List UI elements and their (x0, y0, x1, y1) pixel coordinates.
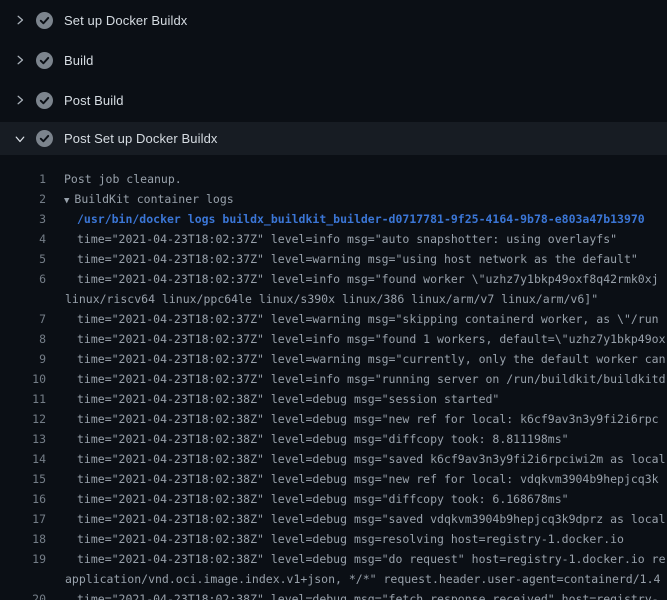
log-text: time="2021-04-23T18:02:38Z" level=debug … (77, 409, 659, 429)
step-row-post-build[interactable]: Post Build (0, 80, 667, 120)
log-line-number[interactable]: 20 (0, 589, 46, 600)
log-line-number[interactable]: 12 (0, 409, 46, 429)
log-text: time="2021-04-23T18:02:37Z" level=warnin… (77, 309, 659, 329)
log-line: 3/usr/bin/docker logs buildx_buildkit_bu… (0, 209, 667, 229)
log-line-number[interactable]: 5 (0, 249, 46, 269)
log-text: time="2021-04-23T18:02:38Z" level=debug … (77, 489, 569, 509)
log-line-number[interactable]: 6 (0, 269, 46, 289)
log-line: 7 time="2021-04-23T18:02:37Z" level=warni… (0, 309, 667, 329)
log-line-continuation: linux/riscv64 linux/ppc64le linux/s390x … (0, 289, 667, 309)
log-line: 6 time="2021-04-23T18:02:37Z" level=info … (0, 269, 667, 289)
group-expand-triangle-icon[interactable]: ▼ (64, 191, 69, 209)
step-row-build[interactable]: Build (0, 40, 667, 80)
log-line-number[interactable]: 2 (0, 189, 46, 209)
step-row-setup-docker-buildx[interactable]: Set up Docker Buildx (0, 0, 667, 40)
log-text: time="2021-04-23T18:02:38Z" level=debug … (77, 469, 659, 489)
log-text: time="2021-04-23T18:02:38Z" level=debug … (77, 549, 666, 569)
log-text: time="2021-04-23T18:02:38Z" level=debug … (77, 589, 659, 600)
log-line-number[interactable]: 4 (0, 229, 46, 249)
log-line: 19 time="2021-04-23T18:02:38Z" level=debu… (0, 549, 667, 569)
log-line-number[interactable]: 7 (0, 309, 46, 329)
log-text: time="2021-04-23T18:02:38Z" level=debug … (77, 509, 666, 529)
step-row-post-setup-docker-buildx[interactable]: Post Set up Docker Buildx (0, 122, 667, 155)
log-line-number[interactable]: 17 (0, 509, 46, 529)
log-text: application/vnd.oci.image.index.v1+json,… (65, 569, 660, 589)
success-check-icon (36, 130, 53, 147)
log-line-number[interactable]: 9 (0, 349, 46, 369)
log-line-number[interactable]: 18 (0, 529, 46, 549)
log-line-number[interactable]: 1 (0, 169, 46, 189)
log-line: 20 time="2021-04-23T18:02:38Z" level=debu… (0, 589, 667, 600)
log-line: 14 time="2021-04-23T18:02:38Z" level=debu… (0, 449, 667, 469)
log-text: time="2021-04-23T18:02:37Z" level=info m… (77, 269, 659, 289)
log-text: Post job cleanup. (64, 169, 182, 189)
log-text: time="2021-04-23T18:02:38Z" level=debug … (77, 449, 666, 469)
log-line-number[interactable]: 15 (0, 469, 46, 489)
log-line: 1 Post job cleanup. (0, 169, 667, 189)
step-label: Post Set up Docker Buildx (64, 131, 218, 146)
log-text: time="2021-04-23T18:02:38Z" level=debug … (77, 529, 624, 549)
log-text[interactable]: BuildKit container logs (74, 189, 233, 209)
step-label: Build (64, 53, 93, 68)
log-line-continuation: application/vnd.oci.image.index.v1+json,… (0, 569, 667, 589)
log-line-number[interactable]: 3 (0, 209, 46, 229)
log-line-number[interactable]: 13 (0, 429, 46, 449)
chevron-right-icon[interactable] (14, 14, 26, 26)
log-text: time="2021-04-23T18:02:37Z" level=info m… (77, 229, 617, 249)
log-text: time="2021-04-23T18:02:38Z" level=debug … (77, 429, 569, 449)
step-label: Set up Docker Buildx (64, 13, 187, 28)
chevron-down-icon[interactable] (14, 133, 26, 145)
log-line: 16 time="2021-04-23T18:02:38Z" level=debu… (0, 489, 667, 509)
log-text: time="2021-04-23T18:02:37Z" level=info m… (77, 369, 666, 389)
log-line: 10 time="2021-04-23T18:02:37Z" level=info… (0, 369, 667, 389)
chevron-right-icon[interactable] (14, 54, 26, 66)
log-output: 1 Post job cleanup. 2 ▼ BuildKit container l… (0, 155, 667, 600)
success-check-icon (36, 92, 53, 109)
log-line: 8 time="2021-04-23T18:02:37Z" level=info … (0, 329, 667, 349)
log-text: time="2021-04-23T18:02:37Z" level=warnin… (77, 249, 638, 269)
success-check-icon (36, 12, 53, 29)
log-line: 18 time="2021-04-23T18:02:38Z" level=debu… (0, 529, 667, 549)
log-text: time="2021-04-23T18:02:38Z" level=debug … (77, 389, 499, 409)
log-text: time="2021-04-23T18:02:37Z" level=info m… (77, 329, 666, 349)
log-line-number[interactable]: 14 (0, 449, 46, 469)
log-line: 15 time="2021-04-23T18:02:38Z" level=debu… (0, 469, 667, 489)
log-text: time="2021-04-23T18:02:37Z" level=warnin… (77, 349, 666, 369)
log-line: 9 time="2021-04-23T18:02:37Z" level=warni… (0, 349, 667, 369)
actions-log-viewer: Set up Docker Buildx Build Post Build (0, 0, 667, 600)
step-list: Set up Docker Buildx Build Post Build (0, 0, 667, 155)
log-line: 17 time="2021-04-23T18:02:38Z" level=debu… (0, 509, 667, 529)
log-line: 13 time="2021-04-23T18:02:38Z" level=debu… (0, 429, 667, 449)
log-command-text: /usr/bin/docker logs buildx_buildkit_bui… (77, 209, 645, 229)
log-text: linux/riscv64 linux/ppc64le linux/s390x … (65, 289, 598, 309)
log-line-number[interactable]: 19 (0, 549, 46, 569)
step-label: Post Build (64, 93, 124, 108)
log-line-number[interactable]: 16 (0, 489, 46, 509)
log-line-number[interactable]: 10 (0, 369, 46, 389)
log-line: 2 ▼ BuildKit container logs (0, 189, 667, 209)
log-line: 5 time="2021-04-23T18:02:37Z" level=warni… (0, 249, 667, 269)
success-check-icon (36, 52, 53, 69)
log-line: 11 time="2021-04-23T18:02:38Z" level=debu… (0, 389, 667, 409)
log-line-number[interactable]: 11 (0, 389, 46, 409)
log-line: 12 time="2021-04-23T18:02:38Z" level=debu… (0, 409, 667, 429)
log-line: 4 time="2021-04-23T18:02:37Z" level=info … (0, 229, 667, 249)
chevron-right-icon[interactable] (14, 94, 26, 106)
log-line-number[interactable]: 8 (0, 329, 46, 349)
